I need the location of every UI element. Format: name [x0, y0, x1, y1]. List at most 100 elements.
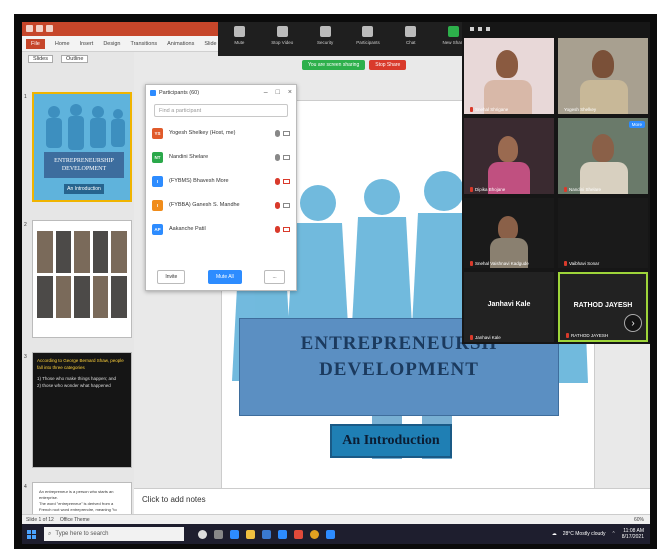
tab-outline[interactable]: Outline — [60, 55, 89, 63]
participant-row[interactable]: NT Nandini Shelare — [146, 145, 296, 169]
video-tile[interactable]: More Nandini Shelare — [558, 118, 648, 194]
maximize-icon[interactable]: □ — [276, 89, 280, 96]
store-icon[interactable] — [262, 529, 271, 539]
participant-row[interactable]: AP Aakanche Patil — [146, 217, 296, 241]
tile-name-label: Snehal Shrigane — [470, 107, 508, 112]
mute-button[interactable]: Mute — [223, 26, 255, 45]
tab-home[interactable]: Home — [55, 41, 70, 47]
tile-name: Nandini Shelare — [569, 187, 602, 192]
tile-name: Yogesh Shelkey — [564, 107, 597, 112]
windows-taskbar: ⌕ Type here to search ☁ 28°C Mostly clou… — [22, 524, 650, 544]
undo-icon[interactable] — [36, 25, 43, 32]
video-tile[interactable]: Janhavi Kale Janhavi Kale — [464, 272, 554, 342]
thumb-text: 1) Those who make things happen; and — [37, 376, 116, 381]
microphone-icon[interactable] — [275, 153, 280, 161]
slide-subtitle-box[interactable]: An Introduction — [330, 424, 452, 458]
muted-microphone-icon[interactable] — [275, 177, 280, 185]
stop-video-button[interactable]: Stop Video — [266, 26, 298, 45]
muted-microphone-icon[interactable] — [275, 201, 280, 209]
screen-share-banner: You are screen sharing Stop Share — [302, 60, 407, 70]
video-tile[interactable]: Snehal Shrigane — [464, 38, 554, 114]
tile-name-label: Dipika Bhojane — [470, 187, 505, 192]
video-camera-icon[interactable] — [283, 154, 290, 160]
task-view-icon[interactable] — [214, 529, 223, 539]
microphone-icon[interactable] — [275, 129, 280, 137]
muted-microphone-icon[interactable] — [275, 225, 280, 233]
thumb-text: 2) those who wonder what happened — [37, 383, 111, 388]
notes-pane[interactable]: Click to add notes — [134, 488, 650, 514]
slide-thumbnail-3[interactable]: According to George Bernard Shaw, people… — [32, 352, 132, 468]
video-tile[interactable]: Yogesh Shelkey — [558, 38, 648, 114]
microphone-icon — [233, 26, 245, 37]
video-tile[interactable]: Snehal Vaishnavi Kadgude — [464, 198, 554, 268]
tab-transitions[interactable]: Transitions — [130, 41, 157, 47]
status-zoom[interactable]: 60% — [634, 517, 644, 523]
chat-icon — [405, 26, 417, 37]
tile-name: Dipika Bhojane — [475, 187, 506, 192]
thumb-subtitle: An Introduction — [64, 184, 104, 194]
slide-thumbnail-2[interactable] — [32, 220, 132, 338]
minimize-icon[interactable]: – — [264, 89, 268, 96]
avatar: I — [152, 175, 163, 187]
slide-thumbnail-1[interactable]: ENTREPRENEURSHIP DEVELOPMENT An Introduc… — [32, 92, 132, 202]
mute-all-button[interactable]: Mute All — [207, 270, 242, 284]
thumb-number: 2 — [24, 222, 27, 228]
portrait-image — [111, 231, 127, 273]
participant-row[interactable]: YS Yogesh Shelkey (Host, me) — [146, 121, 296, 145]
chat-button[interactable]: Chat — [395, 26, 427, 45]
taskbar-search-input[interactable]: ⌕ Type here to search — [44, 527, 184, 541]
edge-icon[interactable] — [230, 529, 239, 539]
status-slide-count: Slide 1 of 12 — [26, 516, 54, 523]
participant-row[interactable]: I (FYBBA) Ganesh S. Mandhe — [146, 193, 296, 217]
cortana-icon[interactable] — [198, 529, 207, 539]
participant-video — [592, 50, 614, 78]
tab-slides[interactable]: Slides — [28, 55, 53, 63]
tab-design[interactable]: Design — [103, 41, 120, 47]
zoom-logo-icon — [150, 89, 156, 96]
powerpoint-icon[interactable] — [294, 529, 303, 539]
video-tile[interactable]: Dipika Bhojane — [464, 118, 554, 194]
shield-icon — [319, 26, 331, 37]
redo-icon[interactable] — [46, 25, 53, 32]
zoom-video-panel: Snehal Shrigane Yogesh Shelkey Dipika Bh… — [462, 22, 650, 344]
mail-icon[interactable] — [278, 529, 287, 539]
more-button[interactable]: More — [628, 121, 645, 128]
invite-button[interactable]: Invite — [157, 270, 186, 284]
stop-share-button[interactable]: Stop Share — [369, 60, 407, 70]
network-icon[interactable]: ⌃ — [612, 531, 616, 537]
video-camera-icon[interactable] — [283, 202, 290, 208]
participant-row[interactable]: I (FYBMS) Bhavesh More — [146, 169, 296, 193]
weather-text[interactable]: 28°C Mostly cloudy — [563, 531, 606, 537]
video-off-icon[interactable] — [283, 178, 290, 184]
tile-name-label: Yogesh Shelkey — [564, 107, 596, 112]
tab-file[interactable]: File — [26, 38, 45, 49]
video-tile[interactable]: Vaibhavi Sonar — [558, 198, 648, 268]
people-silhouettes-image — [46, 104, 125, 150]
minimize-icon[interactable] — [470, 27, 474, 31]
security-button[interactable]: Security — [309, 26, 341, 45]
next-page-arrow-icon[interactable]: › — [624, 314, 642, 332]
file-explorer-icon[interactable] — [246, 529, 255, 539]
close-icon[interactable]: × — [288, 89, 292, 96]
save-icon[interactable] — [26, 25, 33, 32]
portrait-image — [74, 276, 90, 318]
tab-insert[interactable]: Insert — [80, 41, 94, 47]
video-camera-icon[interactable] — [283, 130, 290, 136]
video-off-icon[interactable] — [283, 226, 290, 232]
muted-microphone-icon — [566, 333, 569, 338]
slides-pane: Slides Outline 1 ENTREPRENEURSHIP DEVELO… — [22, 52, 134, 542]
grid-view-icon[interactable] — [486, 27, 490, 31]
clock-date: 8/17/2021 — [621, 534, 644, 540]
clock[interactable]: 11:08 AM 8/17/2021 — [622, 528, 644, 540]
windows-start-icon[interactable] — [27, 529, 36, 539]
view-toggle-icon[interactable] — [478, 27, 482, 31]
zoom-icon[interactable] — [326, 529, 335, 539]
participants-button[interactable]: Participants — [352, 26, 384, 45]
more-options-button[interactable]: ... — [264, 270, 285, 284]
tab-animations[interactable]: Animations — [167, 41, 194, 47]
participant-search-input[interactable]: Find a participant — [154, 104, 288, 117]
status-bar: Slide 1 of 12 Office Theme 60% — [22, 514, 650, 524]
tile-name: Snehal Vaishnavi Kadgude — [475, 261, 529, 266]
chrome-icon[interactable] — [310, 529, 319, 539]
portrait-image — [111, 276, 127, 318]
